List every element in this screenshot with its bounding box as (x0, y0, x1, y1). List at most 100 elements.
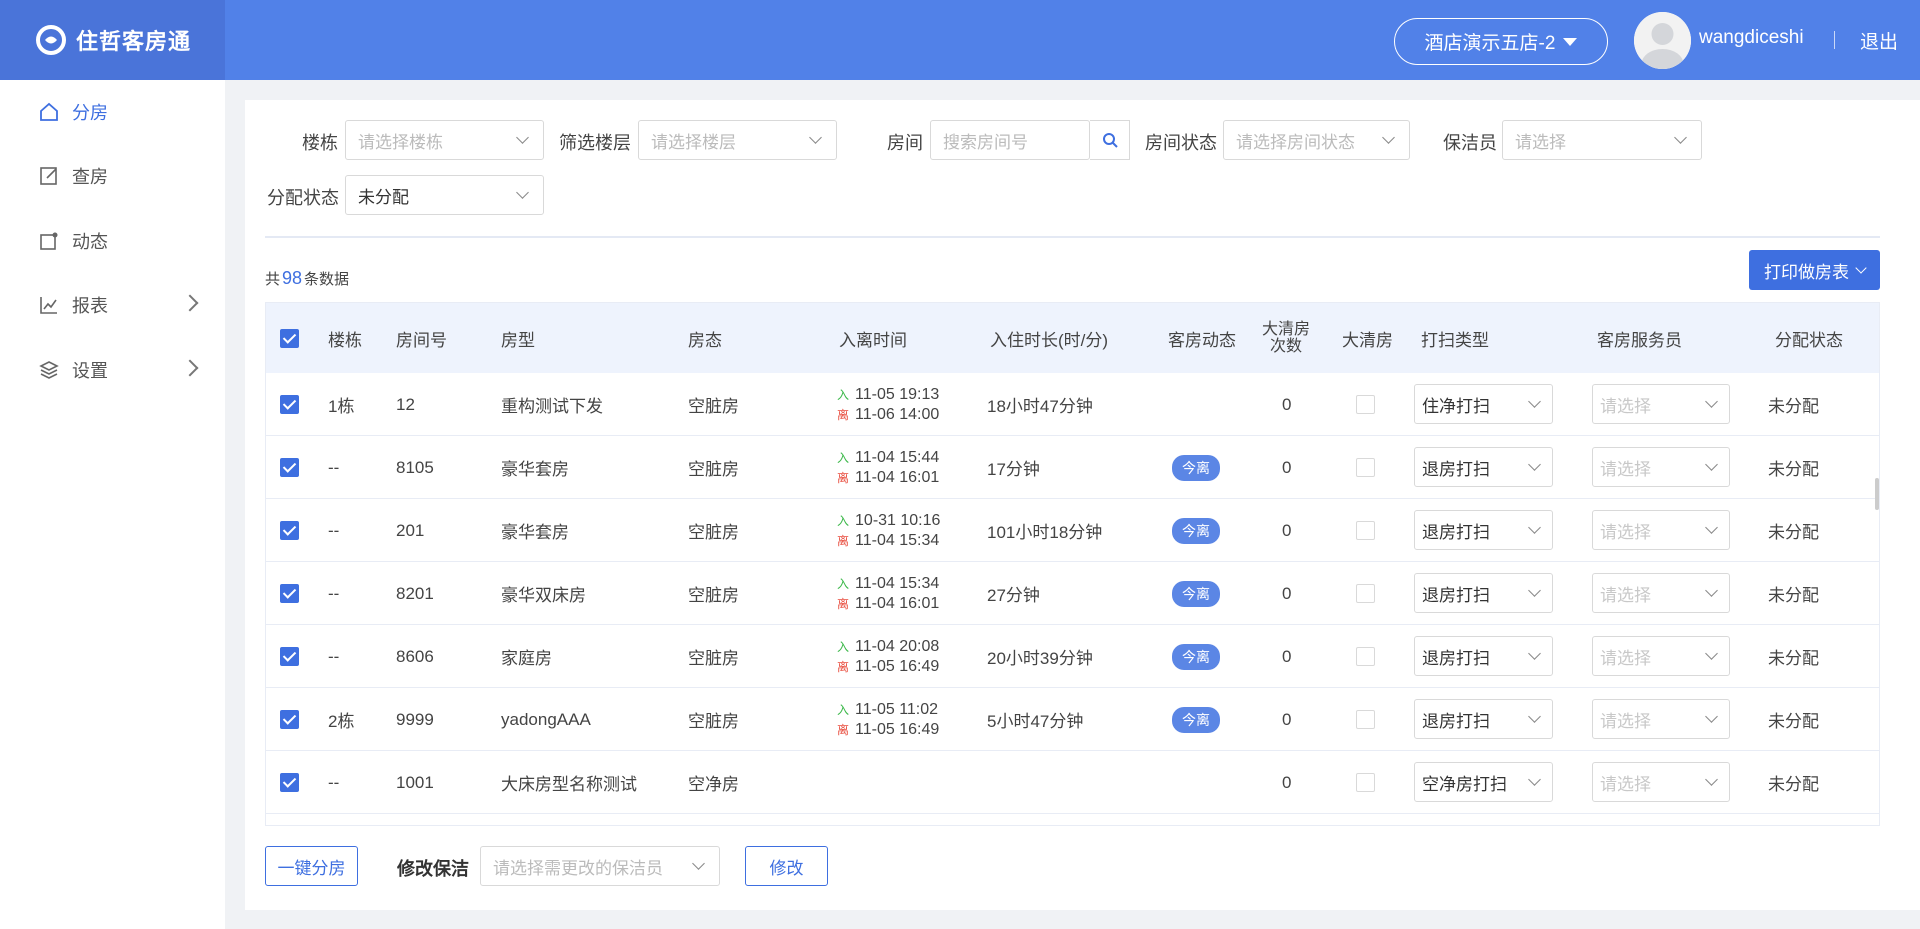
check-in-line: 入 10-31 10:16 (837, 511, 940, 531)
cell-room-type: 豪华双床房 (501, 586, 586, 605)
deep-clean-checkbox[interactable] (1356, 710, 1375, 729)
row-checkbox[interactable] (280, 395, 299, 414)
edit-icon (40, 167, 57, 185)
room-search-button[interactable] (1090, 120, 1130, 160)
sidebar-item-inspect[interactable]: 查房 (0, 151, 225, 201)
cell-deep-count: 0 (1282, 772, 1292, 792)
deep-clean-checkbox[interactable] (1356, 395, 1375, 414)
chevron-down-icon (1705, 521, 1718, 534)
table-scrollbar[interactable] (1875, 478, 1879, 510)
sidebar-item-label: 分房 (72, 103, 108, 123)
hotel-selector[interactable]: 酒店演示五店-2 (1394, 18, 1608, 65)
cell-room-no: 8606 (396, 646, 434, 666)
cell-room-no: 9999 (396, 709, 434, 729)
row-checkbox[interactable] (280, 773, 299, 792)
room-search-input[interactable]: 搜索房间号 (930, 120, 1090, 160)
cell-time: 入 11-04 20:08 离 11-05 16:49 (837, 625, 939, 688)
row-checkbox[interactable] (280, 521, 299, 540)
row-select-cell (280, 436, 299, 499)
assign-all-button[interactable]: 一键分房 (265, 846, 358, 886)
app-title: 住哲客房通 (76, 29, 192, 54)
clean-type-select[interactable]: 住净打扫 (1414, 384, 1553, 424)
attendant-select[interactable]: 请选择 (1592, 384, 1730, 424)
row-checkbox[interactable] (280, 710, 299, 729)
cell-deep-count: 0 (1282, 394, 1292, 414)
room-status-placeholder: 请选择房间状态 (1236, 132, 1355, 152)
building-select[interactable]: 请选择楼栋 (345, 120, 544, 160)
cell-building: -- (328, 646, 340, 666)
attendant-select[interactable] (1592, 825, 1730, 826)
count-number: 98 (282, 268, 303, 288)
check-in-time: 11-05 19:13 (855, 385, 940, 403)
clean-type-value: 住净打扫 (1422, 396, 1490, 416)
avatar[interactable] (1634, 12, 1691, 69)
deep-clean-checkbox[interactable] (1356, 773, 1375, 792)
cell-assign-status: 未分配 (1768, 712, 1819, 731)
floor-select[interactable]: 请选择楼层 (638, 120, 837, 160)
table-row[interactable]: -- 1001 大床房型名称测试 空净房 0 空净房打扫 请选择 未分配 (266, 751, 1879, 814)
cell-dynamic: 今离 (1172, 562, 1220, 625)
row-checkbox[interactable] (280, 458, 299, 477)
table-row[interactable]: -- 201 豪华套房 空脏房 入 10-31 10:16 离 11-04 15:34 101小… (266, 499, 1879, 562)
table-row[interactable]: -- 8606 家庭房 空脏房 入 11-04 20:08 离 11-05 16:49 20小时… (266, 625, 1879, 688)
attendant-placeholder: 请选择 (1600, 522, 1651, 542)
table-row[interactable]: -- 8201 豪华双床房 空脏房 入 11-04 15:34 离 11-04 16:01 27… (266, 562, 1879, 625)
col-status: 房态 (688, 330, 722, 350)
cell-room-no: 8105 (396, 457, 434, 477)
modify-cleaner-select[interactable]: 请选择需更改的保洁员 (480, 846, 720, 886)
divider (265, 236, 1880, 238)
clean-type-value: 退房打扫 (1422, 648, 1490, 668)
print-room-sheet-button[interactable]: 打印做房表 (1749, 250, 1880, 290)
check-out-line: 离 11-04 15:34 (837, 531, 939, 551)
row-checkbox[interactable] (280, 584, 299, 603)
check-out-mark: 离 (837, 722, 850, 737)
clean-type-select[interactable] (1414, 825, 1553, 826)
chevron-down-icon (516, 131, 529, 144)
col-duration: 入住时长(时/分) (990, 330, 1109, 350)
row-select-cell (280, 751, 299, 814)
clean-type-select[interactable]: 退房打扫 (1414, 699, 1553, 739)
room-status-select[interactable]: 请选择房间状态 (1223, 120, 1410, 160)
modify-button[interactable]: 修改 (745, 846, 828, 886)
table-row[interactable]: 1栋 12 重构测试下发 空脏房 入 11-05 19:13 离 11-06 14:00 18小… (266, 373, 1879, 436)
status-badge: 今离 (1172, 517, 1220, 544)
logout-button[interactable]: 退出 (1860, 27, 1898, 54)
deep-clean-checkbox[interactable] (1356, 584, 1375, 603)
attendant-select[interactable]: 请选择 (1592, 510, 1730, 550)
clean-type-select[interactable]: 退房打扫 (1414, 447, 1553, 487)
chevron-right-icon (181, 359, 199, 377)
check-in-time: 11-04 20:08 (855, 637, 940, 655)
main-panel: 楼栋 请选择楼栋 筛选楼层 请选择楼层 房间 搜索房间号 房间状态 请选择房间状… (245, 100, 1920, 910)
user-avatar-icon (1634, 12, 1691, 69)
attendant-select[interactable]: 请选择 (1592, 636, 1730, 676)
deep-clean-checkbox[interactable] (1356, 647, 1375, 666)
sidebar-item-reports[interactable]: 报表 (0, 280, 225, 330)
clean-type-select[interactable]: 空净房打扫 (1414, 762, 1553, 802)
col-deep-count-line2: 次数 (1270, 338, 1303, 355)
check-out-mark: 离 (837, 533, 850, 548)
sidebar-item-label: 设置 (72, 361, 108, 381)
layers-icon (39, 361, 59, 379)
sidebar-item-assign-rooms[interactable]: 分房 (0, 87, 225, 137)
cell-room-no: 12 (396, 394, 415, 414)
deep-clean-checkbox[interactable] (1356, 521, 1375, 540)
attendant-select[interactable]: 请选择 (1592, 762, 1730, 802)
attendant-select[interactable]: 请选择 (1592, 699, 1730, 739)
sidebar-item-dynamic[interactable]: 动态 (0, 216, 225, 266)
clean-type-select[interactable]: 退房打扫 (1414, 636, 1553, 676)
row-checkbox[interactable] (280, 647, 299, 666)
clean-type-select[interactable]: 退房打扫 (1414, 510, 1553, 550)
cleaner-select[interactable]: 请选择 (1502, 120, 1702, 160)
attendant-select[interactable]: 请选择 (1592, 447, 1730, 487)
table-row[interactable]: 2栋 9999 yadongAAA 空脏房 入 11-05 11:02 离 11-05 16:… (266, 688, 1879, 751)
cell-building: -- (328, 520, 340, 540)
deep-clean-checkbox[interactable] (1356, 458, 1375, 477)
clean-type-select[interactable]: 退房打扫 (1414, 573, 1553, 613)
table-row[interactable]: -- 8105 豪华套房 空脏房 入 11-04 15:44 离 11-04 16:01 17分… (266, 436, 1879, 499)
cell-building: -- (328, 457, 340, 477)
select-all-checkbox[interactable] (280, 328, 299, 348)
cleaner-label: 保洁员 (1443, 133, 1497, 153)
attendant-select[interactable]: 请选择 (1592, 573, 1730, 613)
assign-status-select[interactable]: 未分配 (345, 175, 544, 215)
sidebar-item-settings[interactable]: 设置 (0, 345, 225, 395)
